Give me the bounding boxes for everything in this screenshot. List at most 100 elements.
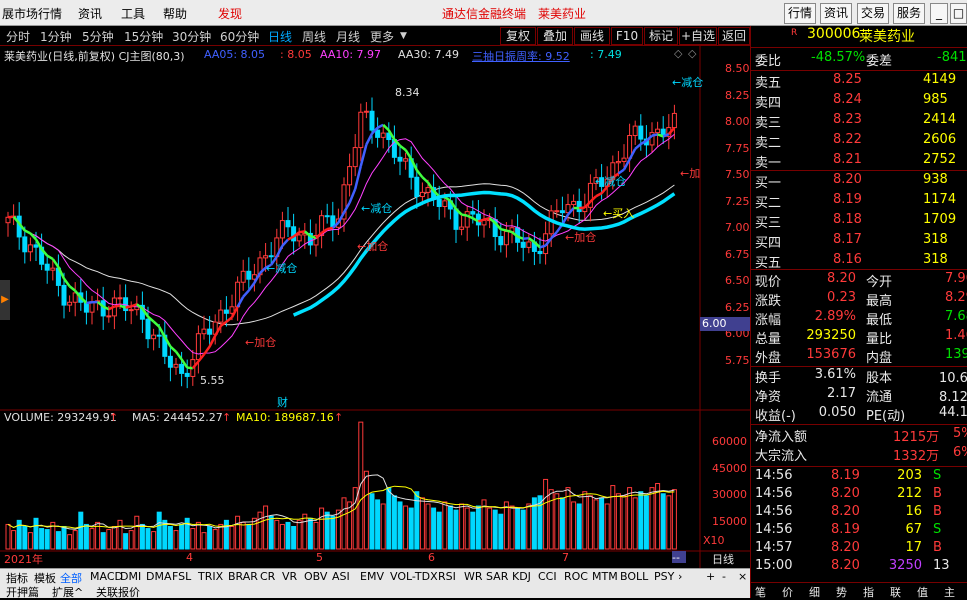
minimize-icon[interactable]: _: [930, 3, 948, 24]
volume-bar: [146, 529, 150, 549]
tf-1min[interactable]: 1分钟: [40, 28, 72, 45]
menu-news[interactable]: 资讯: [78, 5, 102, 22]
buy-row[interactable]: 买三8.181709: [751, 212, 967, 231]
volume-bar: [168, 526, 172, 549]
indicator-tab[interactable]: MTM: [592, 570, 618, 583]
buy-row[interactable]: 买一8.20938: [751, 172, 967, 191]
candle-body: [353, 148, 357, 167]
indicator-tab[interactable]: VR: [282, 570, 297, 583]
stat-value: 139574: [945, 347, 967, 362]
scroll-end-icon[interactable]: --: [672, 551, 686, 563]
tabs-more-icon[interactable]: ›: [678, 570, 682, 583]
stat-row: 外盘153676内盘139574: [751, 347, 967, 366]
volume-bar: [342, 498, 346, 549]
indicator-tab[interactable]: RSI: [438, 570, 456, 583]
draw-button[interactable]: 画线: [574, 27, 610, 45]
candle-body: [348, 167, 352, 185]
kline-chart[interactable]: [0, 46, 750, 568]
back-button[interactable]: 返回: [718, 27, 750, 45]
close-panel-button[interactable]: ×: [738, 570, 747, 583]
menu-tools[interactable]: 工具: [121, 5, 145, 22]
buy-label: 买三: [755, 212, 781, 231]
indicator-tab[interactable]: CR: [260, 570, 275, 583]
add-watchlist-button[interactable]: +自选: [679, 27, 717, 45]
volume-bar: [448, 506, 452, 549]
volume-bar: [572, 502, 576, 549]
indicator-tab[interactable]: TRIX: [198, 570, 223, 583]
sell-row[interactable]: 卖二8.222606: [751, 132, 967, 151]
settings-icon[interactable]: ◇: [688, 47, 696, 60]
sell-row[interactable]: 卖五8.254149: [751, 72, 967, 91]
indicator-tab[interactable]: ROC: [564, 570, 588, 583]
buy-row[interactable]: 买四8.17318: [751, 232, 967, 251]
add-annotation-2: ←加仓: [245, 334, 276, 350]
volume-bar: [236, 516, 240, 549]
adjust-button[interactable]: 复权: [500, 27, 536, 45]
indicator-tab[interactable]: SAR: [486, 570, 508, 583]
chevron-down-icon[interactable]: ▼: [400, 31, 407, 41]
menu-market[interactable]: 展市场行情: [2, 5, 62, 22]
buy-row[interactable]: 买二8.191174: [751, 192, 967, 211]
indicator-tab[interactable]: BOLL: [620, 570, 648, 583]
ma5-segment: [86, 302, 92, 303]
tf-monthly[interactable]: 月线: [336, 28, 360, 45]
volume-tick: 60000: [712, 435, 747, 448]
menu-discover[interactable]: 发现: [218, 5, 242, 22]
sell-row[interactable]: 卖一8.212752: [751, 152, 967, 171]
candle-body: [572, 201, 576, 204]
tf-weekly[interactable]: 周线: [302, 28, 326, 45]
indicator-tab[interactable]: EMV: [360, 570, 384, 583]
tick-row: 14:578.2017B: [751, 540, 967, 559]
tf-intraday[interactable]: 分时: [6, 28, 30, 45]
volume-bar: [79, 512, 83, 549]
tf-more[interactable]: 更多: [370, 28, 394, 45]
news-button[interactable]: 资讯: [820, 3, 852, 24]
quote-button[interactable]: 行情: [784, 3, 816, 24]
indicator-tab[interactable]: ASI: [332, 570, 350, 583]
f10-button[interactable]: F10: [611, 27, 643, 45]
candle-body: [460, 227, 464, 229]
restore-icon[interactable]: □: [950, 3, 967, 24]
tf-60min[interactable]: 60分钟: [220, 28, 259, 45]
overlay-button[interactable]: 叠加: [537, 27, 573, 45]
price-tick: 8.00: [725, 115, 750, 128]
collapse-left-icon[interactable]: ▶: [0, 280, 10, 320]
volume-bar: [84, 524, 88, 549]
indicator-tab[interactable]: VOL-TDX: [390, 570, 438, 583]
sell-volume: 4149: [923, 72, 956, 87]
indicator-tab[interactable]: DMI: [120, 570, 141, 583]
mark-button[interactable]: 标记: [644, 27, 678, 45]
trade-button[interactable]: 交易: [857, 3, 889, 24]
candle-body: [219, 310, 223, 322]
tick-row: 14:568.19203S: [751, 468, 967, 487]
tf-15min[interactable]: 15分钟: [124, 28, 163, 45]
buy-annotation: ←买入: [603, 205, 634, 221]
tick-row: 14:568.2016B: [751, 504, 967, 523]
sell-row[interactable]: 卖四8.24985: [751, 92, 967, 111]
tf-30min[interactable]: 30分钟: [172, 28, 211, 45]
price-tick: 6.75: [725, 248, 750, 261]
indicator-tab[interactable]: BRAR: [228, 570, 258, 583]
tf-5min[interactable]: 5分钟: [82, 28, 114, 45]
tf-daily[interactable]: 日线: [268, 28, 292, 45]
indicator-tab[interactable]: KDJ: [512, 570, 531, 583]
zoom-out-button[interactable]: -: [722, 570, 726, 583]
buy-volume: 318: [923, 232, 948, 247]
indicator-tab[interactable]: CCI: [538, 570, 557, 583]
diamond-icon[interactable]: ◇: [674, 47, 682, 60]
service-button[interactable]: 服务: [893, 3, 925, 24]
volume-bar: [191, 529, 195, 549]
volume-bar: [404, 506, 408, 549]
menu-help[interactable]: 帮助: [163, 5, 187, 22]
indicator-tab[interactable]: OBV: [304, 570, 327, 583]
indicator-tab[interactable]: FSL: [172, 570, 191, 583]
sell-row[interactable]: 卖三8.232414: [751, 112, 967, 131]
volume-bar: [560, 498, 564, 549]
indicator-tab[interactable]: WR: [464, 570, 483, 583]
indicator-tab[interactable]: MACD: [90, 570, 123, 583]
volume-bar: [364, 471, 368, 549]
zoom-in-button[interactable]: +: [706, 570, 715, 583]
indicator-tab[interactable]: PSY: [654, 570, 674, 583]
indicator-tab[interactable]: DMA: [146, 570, 172, 583]
period-label: 日线: [712, 551, 734, 567]
